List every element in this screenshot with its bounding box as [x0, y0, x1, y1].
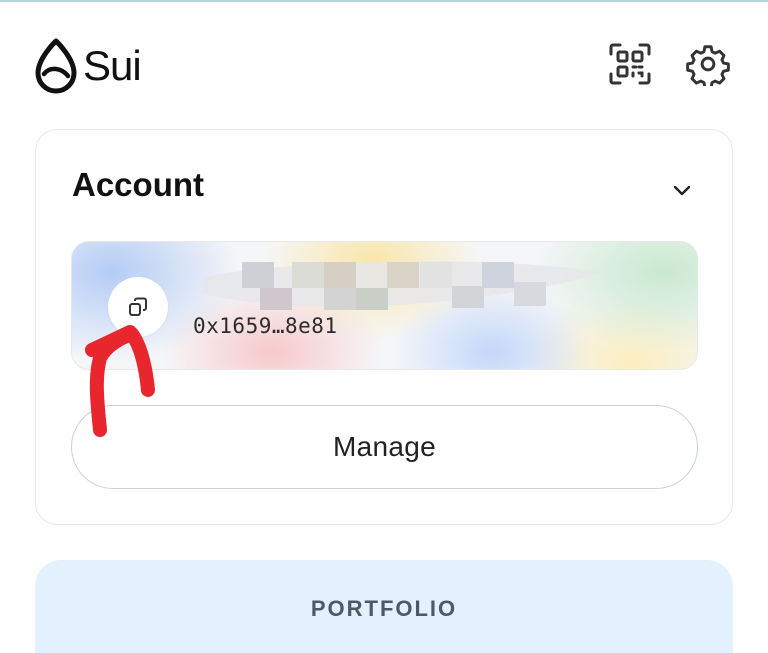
portfolio-label: PORTFOLIO: [310, 596, 458, 621]
settings-button[interactable]: [684, 40, 732, 88]
portfolio-section: PORTFOLIO: [35, 560, 733, 653]
obscured-account-name: [202, 261, 602, 310]
sui-drop-logo-icon: [35, 38, 77, 94]
account-address[interactable]: 0x1659…8e81: [193, 314, 338, 338]
account-title: Account: [72, 166, 204, 203]
sui-logo: Sui: [33, 38, 142, 94]
logo-text: Sui: [83, 42, 142, 89]
copy-icon: [129, 297, 147, 316]
account-dropdown-toggle[interactable]: [666, 174, 698, 206]
qr-code-icon: [609, 43, 651, 85]
wallet-home-screen: Sui Account 0x1659…8e81 Manage PORTFOLIO: [0, 0, 768, 653]
gear-icon: [686, 45, 730, 86]
qr-code-button[interactable]: [606, 40, 654, 88]
top-divider: [0, 0, 768, 2]
red-annotation-arrow: [85, 325, 155, 437]
chevron-down-icon: [673, 185, 691, 196]
